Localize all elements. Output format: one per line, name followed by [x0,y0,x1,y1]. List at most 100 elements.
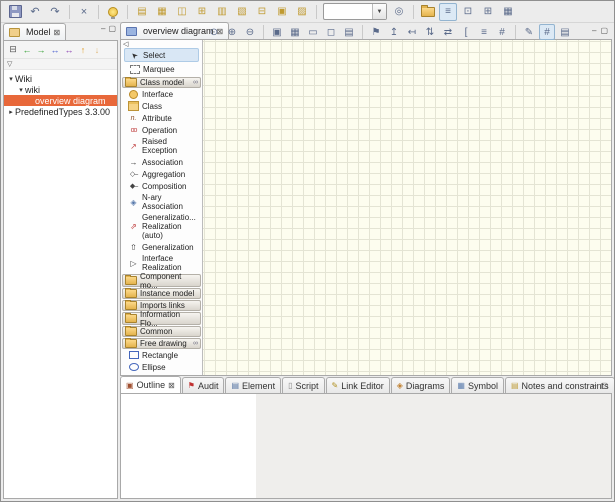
view-toggle-button-3[interactable]: ⊞ [479,3,497,21]
show-grid-button[interactable]: # [494,24,510,40]
distribute-vertical-button[interactable]: ⇅ [422,24,438,40]
palette-section-information-flow[interactable]: Information Flo... [122,312,201,325]
palette-section-component-model[interactable]: Component mo... [122,274,201,287]
diagram-canvas[interactable] [203,40,611,375]
copy-image-button[interactable]: ▭ [305,24,321,40]
zoom-fit-button[interactable]: ⊙ [206,24,222,40]
minimize-button[interactable]: – [592,26,596,35]
search-combo[interactable]: ▼ [323,3,387,20]
align-left-button[interactable]: ↤ [404,24,420,40]
palette-collapse-button[interactable]: ◁ [123,40,128,48]
close-icon[interactable]: ⊠ [168,381,175,390]
create-element-button-1[interactable]: ▤ [133,3,151,21]
open-project-button[interactable] [419,3,437,21]
create-element-button-3[interactable]: ◫ [173,3,191,21]
zoom-in-button[interactable]: ⊕ [224,24,240,40]
view-toggle-button-2[interactable]: ⊡ [459,3,477,21]
move-down-button[interactable]: ↓ [90,43,104,57]
tree-item-predefinedtypes[interactable]: ▸ PredefinedTypes 3.3.00 [4,106,117,117]
redo-button[interactable]: ↷ [46,3,64,21]
expander-icon[interactable]: ▸ [7,108,15,116]
tab-audit[interactable]: ⚑ Audit [182,377,225,393]
flag-button[interactable]: ⚑ [368,24,384,40]
navigate-back-button[interactable]: ← [20,43,34,57]
palette-item-composition[interactable]: ◆– Composition [121,180,202,192]
tree-item-wiki[interactable]: ▾ wiki [4,84,117,95]
close-icon[interactable]: ⊠ [54,28,61,37]
align-top-button[interactable]: ↥ [386,24,402,40]
palette-section-common[interactable]: Common [122,326,201,337]
create-element-button-9[interactable]: ▨ [293,3,311,21]
sync-selection-button[interactable]: ↔ [62,43,76,57]
palette-item-ellipse[interactable]: Ellipse [121,361,202,373]
tab-symbol[interactable]: ▦ Symbol [451,377,504,393]
create-element-button-6[interactable]: ▧ [233,3,251,21]
palette-item-rectangle[interactable]: Rectangle [121,349,202,361]
palette-item-association[interactable]: → Association [121,156,202,168]
palette-item-attribute[interactable]: n. Attribute [121,112,202,124]
palette-item-aggregation[interactable]: ◇– Aggregation [121,168,202,180]
save-button[interactable] [6,3,24,21]
palette-item-generalization[interactable]: ⇧ Generalization [121,241,202,253]
palette-item-raised-exception[interactable]: ↗ Raised Exception [121,136,202,156]
pin-icon[interactable]: ∞ [193,340,198,347]
auto-size-button[interactable]: ▤ [341,24,357,40]
create-element-button-8[interactable]: ▣ [273,3,291,21]
palette-item-generalization-realization-auto[interactable]: ⇗ Generalizatio... Realization (auto) [121,212,202,241]
create-element-button-7[interactable]: ⊟ [253,3,271,21]
create-element-button-4[interactable]: ⊞ [193,3,211,21]
create-element-button-5[interactable]: ▥ [213,3,231,21]
palette-section-class-model[interactable]: Class model ∞ [122,77,201,88]
tab-link-editor[interactable]: ✎ Link Editor [326,377,390,393]
palette-item-interface[interactable]: Interface [121,88,202,100]
maximize-button[interactable]: ▢ [600,381,608,390]
search-input[interactable] [324,5,372,18]
save-diagram-button[interactable]: ▦ [287,24,303,40]
pin-icon[interactable]: ∞ [193,79,198,86]
tab-element[interactable]: ▤ Element [225,377,281,393]
palette-section-free-drawing[interactable]: Free drawing ∞ [122,338,201,349]
palette-item-class[interactable]: Class [121,100,202,112]
view-menu-button[interactable]: ▽ [4,59,117,70]
same-size-button[interactable]: [ [458,24,474,40]
link-selection-button[interactable]: ↔ [48,43,62,57]
fit-frame-button[interactable]: ◻ [323,24,339,40]
minimize-button[interactable]: – [101,25,105,33]
palette-item-interface-realization[interactable]: ▷ Interface Realization [121,253,202,273]
palette-item-nary-association[interactable]: ◈ N-ary Association [121,192,202,212]
create-element-button-2[interactable]: ▦ [153,3,171,21]
expander-icon[interactable]: ▾ [17,86,25,94]
search-button[interactable]: ◎ [390,3,408,21]
edit-mode-button[interactable]: ✎ [521,24,537,40]
palette-item-text[interactable]: T Text [121,373,202,375]
minimize-button[interactable]: – [592,381,596,390]
move-up-button[interactable]: ↑ [76,43,90,57]
zoom-out-button[interactable]: ⊖ [242,24,258,40]
tab-outline[interactable]: ▣ Outline ⊠ [120,376,181,393]
palette-tool-marquee[interactable]: Marquee [124,62,199,76]
tab-model[interactable]: Model ⊠ [3,23,66,40]
hint-button[interactable] [104,3,122,21]
layout-button[interactable]: ≡ [476,24,492,40]
maximize-button[interactable]: ▢ [108,25,116,33]
tab-script[interactable]: ▯ Script [282,377,324,393]
palette-tool-select[interactable]: ➤ Select [124,48,199,62]
distribute-horizontal-button[interactable]: ⇄ [440,24,456,40]
navigate-forward-button[interactable]: → [34,43,48,57]
delete-button[interactable]: × [75,3,93,21]
outline-view[interactable] [121,394,256,498]
collapse-all-button[interactable]: ⊟ [6,43,20,57]
tree-item-wiki-root[interactable]: ▾ Wiki [4,73,117,84]
palette-section-instance-model[interactable]: Instance model [122,288,201,299]
expander-icon[interactable]: ▾ [7,75,15,83]
tab-diagrams[interactable]: ◈ Diagrams [391,377,451,393]
palette-item-operation[interactable]: oo Operation [121,124,202,136]
view-toggle-button-1[interactable]: ≡ [439,3,457,21]
export-image-button[interactable]: ▣ [269,24,285,40]
maximize-button[interactable]: ▢ [600,26,608,35]
tree-item-overview-diagram[interactable]: overview diagram [4,95,117,106]
undo-button[interactable]: ↶ [26,3,44,21]
page-layout-button[interactable]: ▤ [557,24,573,40]
snap-to-grid-button[interactable]: # [539,24,555,40]
combo-dropdown-arrow-icon[interactable]: ▼ [372,4,386,19]
